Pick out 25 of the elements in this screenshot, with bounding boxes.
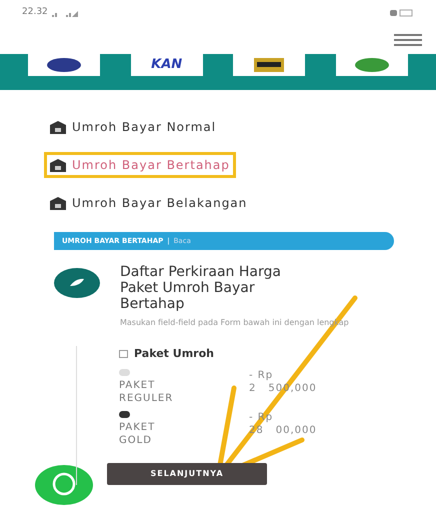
price-text: 00,000	[276, 424, 317, 436]
leaf-icon	[54, 268, 100, 298]
menu-item[interactable]: Umroh Bayar Bertahap	[44, 152, 236, 178]
battery-icon	[390, 9, 414, 17]
group-label: Paket Umroh	[134, 346, 214, 362]
building-icon	[50, 158, 66, 172]
option-label: PAKET REGULER	[119, 378, 174, 404]
building-icon	[50, 196, 66, 210]
radio-button[interactable]	[119, 410, 130, 418]
whatsapp-icon	[35, 465, 93, 505]
form-title: Daftar Perkiraan Harga Paket Umroh Bayar Bertahap	[120, 264, 282, 312]
price-text: 2	[249, 382, 256, 394]
status-time: 22.32	[22, 6, 48, 20]
list-icon	[119, 350, 128, 358]
price-prefix: - Rp	[249, 410, 274, 424]
menu-item[interactable]: Umroh Bayar Normal	[44, 114, 222, 140]
radio-button[interactable]	[119, 368, 130, 376]
menu-item[interactable]: Umroh Bayar Belakangan	[44, 190, 254, 216]
price-prefix: - Rp	[249, 368, 274, 382]
next-button[interactable]: SELANJUTNYA	[107, 462, 267, 484]
option-label: PAKET GOLD	[119, 420, 156, 446]
menu-button[interactable]	[394, 34, 422, 46]
building-icon	[50, 120, 66, 134]
logo-text: KAN	[151, 56, 182, 74]
signal-icon	[52, 9, 78, 17]
